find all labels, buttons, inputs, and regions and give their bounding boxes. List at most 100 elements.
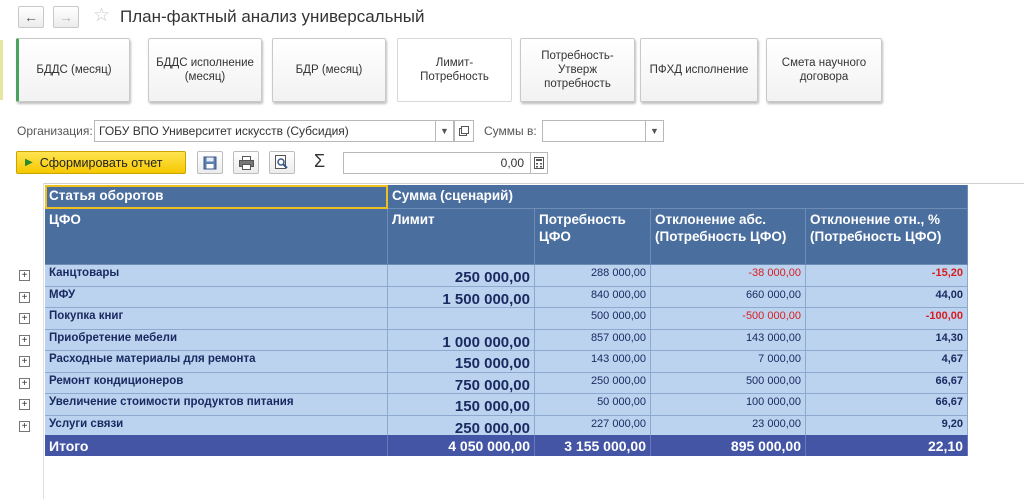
sums-label: Суммы в: [484,124,537,138]
table-cell-dev-rel[interactable]: 14,30 [806,329,968,351]
table-cell-dev-abs[interactable]: -38 000,00 [651,265,806,287]
generate-report-label: Сформировать отчет [39,155,163,170]
tab-bdr-month[interactable]: БДР (месяц) [272,38,386,102]
table-cell-need[interactable]: 500 000,00 [535,308,651,330]
chevron-down-icon: ▼ [650,126,659,136]
arrow-left-icon: ← [24,9,38,25]
table-cell-name[interactable]: Канцтовары [45,265,388,287]
table-cell-need[interactable]: 143 000,00 [535,351,651,373]
total-label: Итого [45,435,388,456]
table-cell-need[interactable]: 227 000,00 [535,415,651,437]
header-dev-abs: Отклонение абс. (Потребность ЦФО) [651,209,806,265]
total-dev-rel: 22,10 [806,435,968,456]
header-statya-oborotov[interactable]: Статья оборотов [45,185,388,209]
tab-need-approved[interactable]: Потребность-Утверж потребность [520,38,635,102]
table-cell-dev-abs[interactable]: 500 000,00 [651,372,806,394]
tab-limit-need[interactable]: Лимит-Потребность [397,38,512,102]
sums-field[interactable] [542,120,646,142]
left-accent-bar [0,40,3,100]
arrow-right-icon: → [59,9,73,25]
calculator-button[interactable] [530,152,548,174]
tab-label: Лимит-Потребность [420,57,489,83]
header-summa-scenario: Сумма (сценарий) [388,185,968,209]
tab-research-estimate[interactable]: Смета научного договора [766,38,882,102]
table-cell-limit[interactable] [388,308,535,330]
back-button[interactable]: ← [18,6,44,28]
chevron-down-icon: ▼ [440,126,449,136]
expand-icon[interactable]: + [19,399,30,410]
expand-icon[interactable]: + [19,270,30,281]
table-cell-dev-abs[interactable]: 23 000,00 [651,415,806,437]
table-cell-name[interactable]: Приобретение мебели [45,329,388,351]
table-cell-limit[interactable]: 250 000,00 [388,265,535,287]
expand-icon[interactable]: + [19,356,30,367]
total-limit: 4 050 000,00 [388,435,535,456]
header-limit: Лимит [388,209,535,265]
print-button[interactable] [233,151,259,174]
tab-label: ПФХД исполнение [649,64,749,76]
table-cell-dev-rel[interactable]: -100,00 [806,308,968,330]
save-icon [203,156,217,169]
table-cell-dev-rel[interactable]: -15,20 [806,265,968,287]
table-cell-dev-rel[interactable]: 66,67 [806,394,968,416]
expand-icon[interactable]: + [19,377,30,389]
table-cell-need[interactable]: 857 000,00 [535,329,651,351]
table-cell-name[interactable]: Ремонт кондиционеров [45,372,388,394]
generate-report-button[interactable]: ▶ Сформировать отчет [16,151,186,174]
table-cell-limit[interactable]: 250 000,00 [388,415,535,437]
header-cfo: ЦФО [45,209,388,265]
table-cell-name[interactable]: Увеличение стоимости продуктов питания [45,394,388,416]
tab-bdds-execution[interactable]: БДДС исполнение (месяц) [148,38,262,102]
table-cell-dev-rel[interactable]: 44,00 [806,286,968,308]
table-cell-need[interactable]: 840 000,00 [535,286,651,308]
table-cell-dev-abs[interactable]: 660 000,00 [651,286,806,308]
table-cell-dev-abs[interactable]: 7 000,00 [651,351,806,373]
total-need: 3 155 000,00 [535,435,651,456]
org-dropdown-button[interactable]: ▼ [435,120,454,142]
calculator-icon [534,157,544,169]
tab-pfhd-execution[interactable]: ПФХД исполнение [640,38,758,102]
print-icon [238,155,254,170]
table-cell-limit[interactable]: 150 000,00 [388,394,535,416]
table-cell-dev-rel[interactable]: 66,67 [806,372,968,394]
table-cell-dev-abs[interactable]: -500 000,00 [651,308,806,330]
play-icon: ▶ [25,157,33,168]
preview-button[interactable] [269,151,295,174]
sum-field[interactable]: 0,00 [343,152,531,174]
save-button[interactable] [197,151,223,174]
sigma-icon[interactable]: Σ [314,150,325,172]
table-cell-name[interactable]: Покупка книг [45,308,388,330]
table-cell-need[interactable]: 250 000,00 [535,372,651,394]
table-cell-limit[interactable]: 1 000 000,00 [388,329,535,351]
expand-icon[interactable]: + [19,334,30,346]
org-open-button[interactable] [454,120,474,142]
table-cell-limit[interactable]: 1 500 000,00 [388,286,535,308]
open-link-icon [459,126,469,136]
table-cell-name[interactable]: МФУ [45,286,388,308]
table-cell-dev-rel[interactable]: 4,67 [806,351,968,373]
table-cell-need[interactable]: 50 000,00 [535,394,651,416]
expand-icon[interactable]: + [19,313,30,324]
expand-icon[interactable]: + [19,420,30,432]
header-dev-rel: Отклонение отн., % (Потребность ЦФО) [806,209,968,265]
org-field[interactable]: ГОБУ ВПО Университет искусств (Субсидия) [94,120,436,142]
tab-label: БДДС исполнение (месяц) [156,57,254,83]
star-icon[interactable]: ☆ [93,5,110,27]
tab-label: БДДС (месяц) [36,64,112,76]
table-cell-dev-abs[interactable]: 100 000,00 [651,394,806,416]
table-cell-limit[interactable]: 150 000,00 [388,351,535,373]
print-preview-icon [275,155,288,169]
org-label: Организация: [17,124,93,138]
expand-icon[interactable]: + [19,291,30,303]
forward-button[interactable]: → [53,6,79,28]
table-cell-dev-abs[interactable]: 143 000,00 [651,329,806,351]
tab-bdds-month[interactable]: БДДС (месяц) [16,38,130,102]
sums-dropdown-button[interactable]: ▼ [645,120,664,142]
header-need: Потребность ЦФО [535,209,651,265]
table-cell-name[interactable]: Услуги связи [45,415,388,437]
table-cell-dev-rel[interactable]: 9,20 [806,415,968,437]
table-cell-name[interactable]: Расходные материалы для ремонта [45,351,388,373]
table-cell-limit[interactable]: 750 000,00 [388,372,535,394]
tab-label: БДР (месяц) [295,64,363,76]
table-cell-need[interactable]: 288 000,00 [535,265,651,287]
